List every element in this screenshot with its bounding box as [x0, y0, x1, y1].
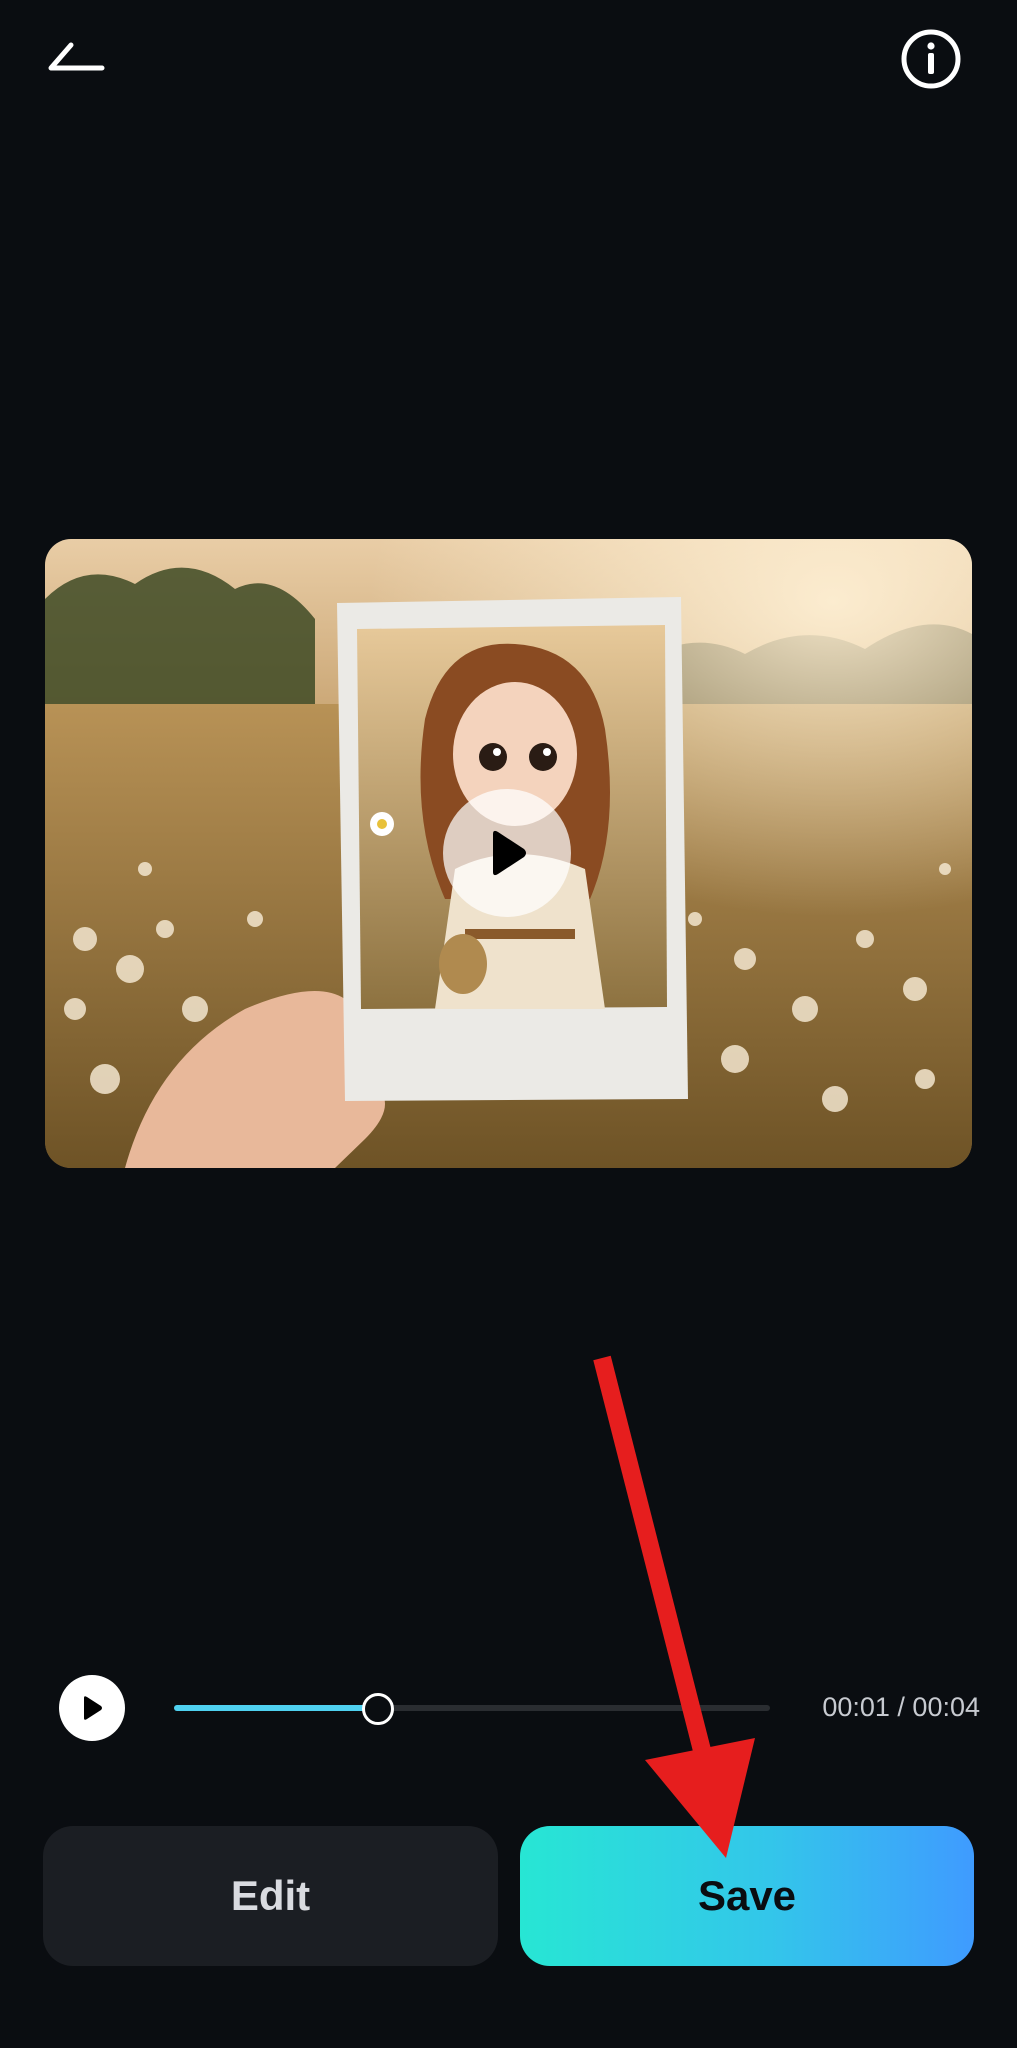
- playback-controls: 00:01 / 00:04: [0, 1670, 1017, 1744]
- play-icon: [84, 1696, 102, 1720]
- info-icon: [901, 29, 961, 89]
- video-preview[interactable]: [45, 539, 972, 1168]
- save-button[interactable]: Save: [520, 1826, 974, 1966]
- back-arrow-icon: [48, 42, 105, 71]
- top-bar: [0, 0, 1017, 120]
- center-play-button[interactable]: [443, 789, 571, 917]
- back-button[interactable]: [36, 28, 116, 88]
- time-readout: 00:01 / 00:04: [822, 1692, 980, 1722]
- progress-thumb[interactable]: [361, 1693, 394, 1725]
- play-button[interactable]: [59, 1675, 125, 1741]
- progress-fill: [174, 1705, 377, 1711]
- edit-button[interactable]: Edit: [43, 1826, 498, 1966]
- play-icon: [493, 830, 526, 876]
- progress-slider[interactable]: [174, 1693, 770, 1725]
- info-button[interactable]: [895, 25, 967, 93]
